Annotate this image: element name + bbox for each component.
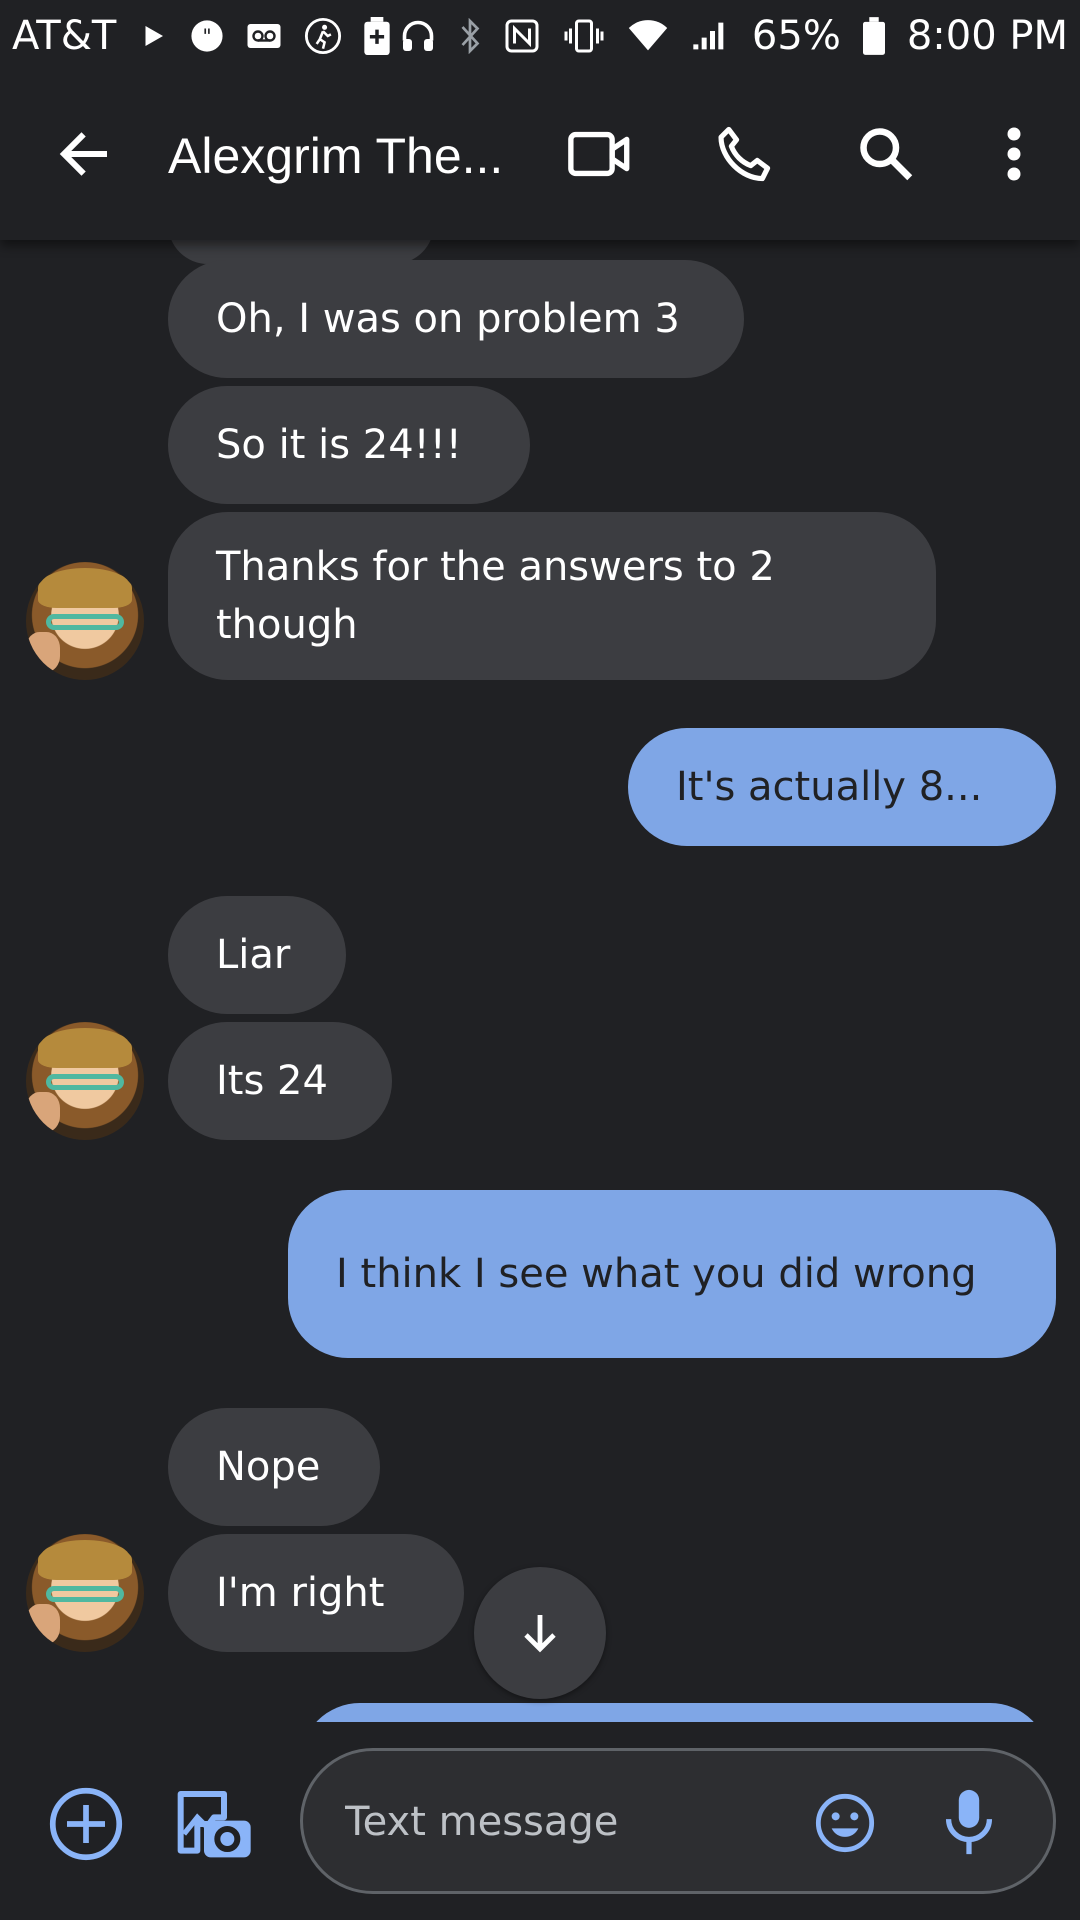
- arrow-down-icon: [524, 1615, 556, 1653]
- microphone-icon: [945, 1789, 993, 1855]
- message-text: Thanks for the answers to 2 though: [216, 544, 775, 648]
- battery-icon: [862, 17, 885, 55]
- message-text: Nope: [216, 1444, 321, 1490]
- message-bubble-outgoing[interactable]: I think I see what you did wrong: [288, 1190, 1056, 1358]
- conversation-title[interactable]: Alexgrim The...: [168, 127, 528, 185]
- phone-call-button[interactable]: [712, 123, 774, 189]
- photo-camera-icon: [177, 1791, 251, 1858]
- video-camera-icon: [568, 131, 630, 177]
- more-vert-icon: [1007, 127, 1021, 181]
- battery-saver-icon: [364, 17, 390, 55]
- vibrate-icon: [562, 18, 606, 54]
- status-bar: AT&T " 65% 8:00 PM: [0, 0, 1080, 72]
- scroll-to-bottom-button[interactable]: [474, 1567, 606, 1699]
- wifi-icon: [628, 20, 668, 52]
- battery-percent: 65%: [751, 13, 841, 59]
- message-bubble-incoming[interactable]: Nope: [168, 1408, 380, 1526]
- phone-icon: [718, 126, 771, 182]
- message-thread[interactable]: Oh, I was on problem 3 So it is 24!!! Th…: [0, 240, 1080, 1720]
- attach-button[interactable]: [48, 1786, 124, 1866]
- message-text: Its 24: [216, 1058, 328, 1104]
- headset-icon: [400, 18, 436, 54]
- message-bubble-incoming[interactable]: Liar: [168, 896, 346, 1014]
- message-text: It's actually 8...: [676, 764, 983, 810]
- clock: 8:00 PM: [906, 13, 1068, 59]
- signal-icon: [690, 19, 730, 53]
- search-icon: [860, 128, 913, 181]
- add-circle-icon: [49, 1787, 123, 1861]
- walk-icon: [304, 17, 342, 55]
- message-input-container[interactable]: [300, 1748, 1056, 1894]
- message-composer: [0, 1722, 1080, 1920]
- search-button[interactable]: [856, 124, 916, 188]
- arrow-back-icon: [59, 132, 107, 176]
- message-text: So it is 24!!!: [216, 422, 462, 468]
- message-bubble-incoming[interactable]: So it is 24!!!: [168, 386, 530, 504]
- message-bubble-outgoing[interactable]: It's actually 8...: [628, 728, 1056, 846]
- emoji-icon: [815, 1793, 875, 1853]
- message-input[interactable]: [343, 1751, 767, 1893]
- svg-text:": ": [203, 25, 212, 48]
- contact-avatar[interactable]: [26, 562, 144, 680]
- message-bubble-incoming[interactable]: Its 24: [168, 1022, 392, 1140]
- message-bubble-incoming[interactable]: Thanks for the answers to 2 though: [168, 512, 936, 680]
- emoji-button[interactable]: [813, 1791, 877, 1859]
- message-text: Liar: [216, 932, 291, 978]
- message-text: Oh, I was on problem 3: [216, 296, 680, 342]
- gallery-camera-button[interactable]: [174, 1784, 254, 1868]
- contact-avatar[interactable]: [26, 1022, 144, 1140]
- message-bubble-incoming[interactable]: I'm right: [168, 1534, 464, 1652]
- voice-input-button[interactable]: [939, 1787, 999, 1861]
- nfc-icon: [504, 18, 540, 54]
- bluetooth-icon: [458, 18, 482, 54]
- message-text: I'm right: [216, 1570, 385, 1616]
- conversation-header: Alexgrim The...: [0, 72, 1080, 240]
- carrier-label: AT&T: [12, 13, 117, 59]
- back-button[interactable]: [54, 124, 114, 188]
- play-icon: [138, 21, 168, 51]
- voicemail-icon: [246, 21, 282, 51]
- contact-avatar[interactable]: [26, 1534, 144, 1652]
- message-text: I think I see what you did wrong: [336, 1251, 977, 1297]
- video-call-button[interactable]: [566, 126, 634, 186]
- message-bubble-incoming[interactable]: Oh, I was on problem 3: [168, 260, 744, 378]
- more-options-button[interactable]: [996, 124, 1032, 188]
- quote-icon: ": [190, 19, 224, 53]
